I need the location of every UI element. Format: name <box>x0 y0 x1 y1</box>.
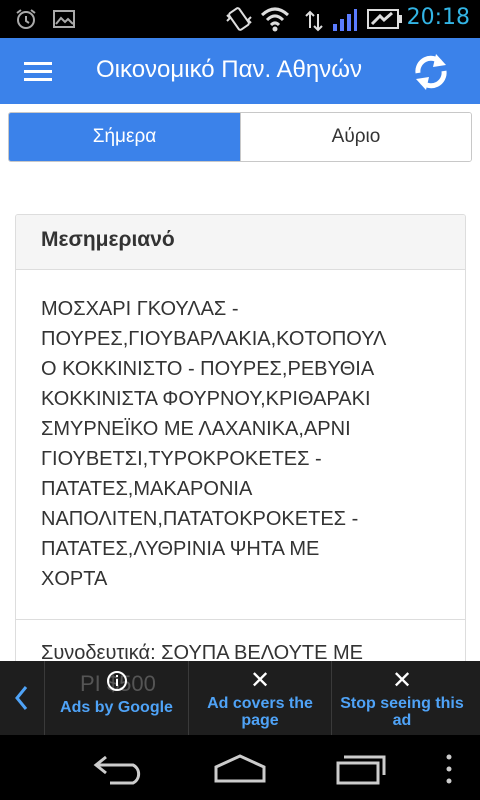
chevron-left-icon <box>15 686 28 710</box>
menu-line: ΧΟΡΤΑ <box>41 568 108 590</box>
signal-icon <box>333 9 357 31</box>
side-dishes-text: Συνοδευτικά: ΣΟΥΠΑ ΒΕΛΟΥΤΕ ΜΕ <box>16 619 465 665</box>
data-transfer-icon <box>305 10 323 32</box>
hamburger-menu-icon[interactable] <box>20 57 56 85</box>
alarm-icon <box>16 9 36 29</box>
ad-banner: PI $500 Ads by Google ✕ Ad covers the pa… <box>0 661 480 735</box>
overflow-menu-icon[interactable] <box>444 753 454 785</box>
ad-back-button[interactable] <box>0 661 44 735</box>
refresh-icon[interactable] <box>410 51 452 93</box>
back-icon[interactable] <box>92 753 148 785</box>
app-bar: Οικονομικό Παν. Αθηνών <box>0 38 480 104</box>
tab-today[interactable]: Σήμερα <box>9 113 240 161</box>
menu-line: ΓΙΟΥΒΕΤΣΙ,ΤΥΡΟΚΡΟΚΕΤΕΣ - <box>41 448 322 470</box>
ads-by-google-button[interactable]: Ads by Google <box>45 661 188 735</box>
tab-tomorrow[interactable]: Αύριο <box>240 113 471 161</box>
ads-by-google-label: Ads by Google <box>60 699 173 716</box>
info-icon <box>106 671 127 691</box>
image-icon <box>53 10 75 28</box>
menu-line: ΚΟΚΚΙΝΙΣΤΑ ΦΟΥΡΝΟΥ,ΚΡΙΘΑΡΑΚΙ <box>41 388 371 410</box>
menu-line: ΜΟΣΧΑΡΙ ΓΚΟΥΛΑΣ - <box>41 298 239 320</box>
recent-apps-icon[interactable] <box>334 753 388 785</box>
battery-charging-icon <box>367 9 402 29</box>
menu-line: ΝΑΠΟΛΙΤΕΝ,ΠΑΤΑΤΟΚΡΟΚΕΤΕΣ - <box>41 508 359 530</box>
stop-seeing-ad-label: Stop seeing this ad <box>340 695 464 729</box>
stop-seeing-ad-button[interactable]: ✕ Stop seeing this ad <box>332 661 472 735</box>
menu-line: ΠΑΤΑΤΕΣ,ΛΥΘΡΙΝΙΑ ΨΗΤΑ ΜΕ <box>41 538 320 560</box>
ad-covers-page-button[interactable]: ✕ Ad covers the page <box>189 661 331 735</box>
menu-line: ΣΜΥΡΝΕΪΚΟ ΜΕ ΛΑΧΑΝΙΚΑ,ΑΡΝΙ <box>41 418 351 440</box>
day-tabs: Σήμερα Αύριο <box>8 112 472 162</box>
wifi-icon <box>260 7 290 32</box>
meal-menu-text: ΜΟΣΧΑΡΙ ΓΚΟΥΛΑΣ - ΠΟΥΡΕΣ,ΓΙΟΥΒΑΡΛΑΚΙΑ,ΚΟ… <box>16 270 465 594</box>
menu-line: Ο ΚΟΚΚΙΝΙΣΤΟ - ΠΟΥΡΕΣ,ΡΕΒΥΘΙΑ <box>41 358 375 380</box>
app-title: Οικονομικό Παν. Αθηνών <box>96 56 362 83</box>
status-time: 20:18 <box>406 5 470 30</box>
close-icon: ✕ <box>249 667 271 694</box>
meal-heading: Μεσημεριανό <box>16 215 465 270</box>
menu-line: ΠΟΥΡΕΣ,ΓΙΟΥΒΑΡΛΑΚΙΑ,ΚΟΤΟΠΟΥΛ <box>41 328 387 350</box>
menu-line: ΠΑΤΑΤΕΣ,ΜΑΚΑΡΟΝΙΑ <box>41 478 253 500</box>
status-bar: 20:18 <box>0 0 480 38</box>
close-icon: ✕ <box>391 667 413 694</box>
system-nav-bar <box>0 735 480 800</box>
meal-panel: Μεσημεριανό ΜΟΣΧΑΡΙ ΓΚΟΥΛΑΣ - ΠΟΥΡΕΣ,ΓΙΟ… <box>15 214 466 734</box>
ad-covers-page-label: Ad covers the page <box>207 695 313 729</box>
home-icon[interactable] <box>212 753 268 783</box>
vibrate-icon <box>226 7 252 31</box>
